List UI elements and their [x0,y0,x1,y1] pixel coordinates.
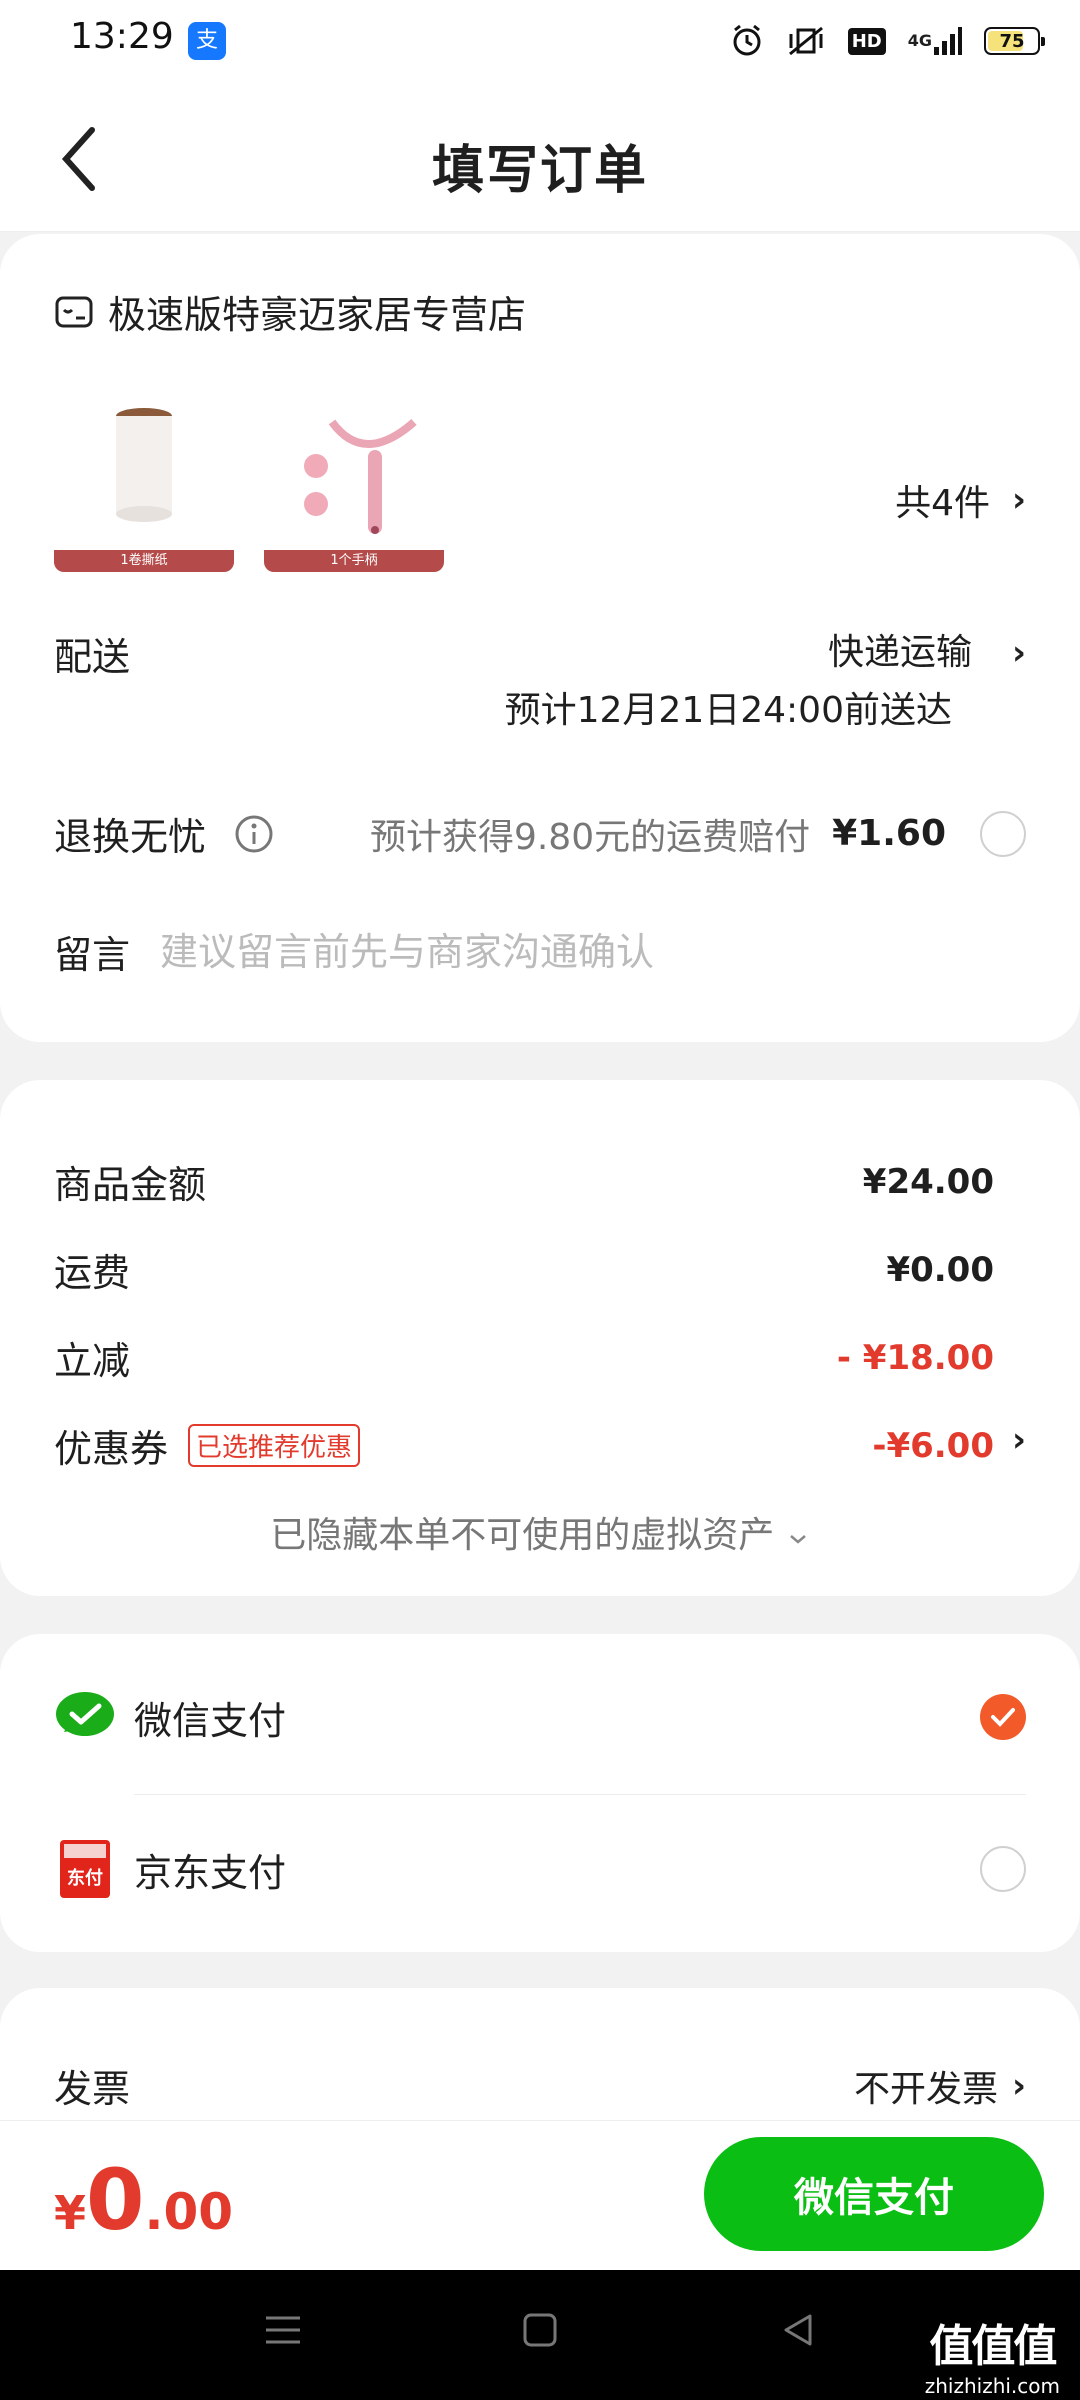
back-icon[interactable] [778,2310,818,2350]
price-row-coupon[interactable]: 优惠券 已选推荐优惠 -¥6.00 [54,1418,994,1473]
payment-radio-selected[interactable] [980,1694,1026,1740]
checkout-bar: ¥ 0 .00 微信支付 [0,2120,1080,2270]
price-label: 立减 [54,1339,131,1383]
message-row: 留言 [54,924,861,979]
wechat-pay-icon [56,1692,114,1736]
system-nav-bar [0,2270,1080,2400]
price-label: 商品金额 [54,1163,207,1207]
lint-roller-handle-image [304,418,417,534]
price-value: ¥0.00 [886,1249,994,1290]
coupon-tag: 已选推荐优惠 [188,1424,361,1467]
wechat-pay-button[interactable]: 微信支付 [704,2137,1044,2251]
currency-symbol: ¥ [54,2186,87,2240]
amount-integer: 0 [86,2151,145,2249]
price-label: 运费 [54,1251,131,1295]
svg-text:东付: 东付 [67,1867,103,1889]
chevron-right-icon: › [1011,633,1026,673]
return-insurance-price: ¥1.60 [832,813,946,854]
invoice-value: 不开发票 [853,2068,998,2110]
message-label: 留言 [54,933,131,977]
watermark-logo: 值值值 [929,2321,1057,2372]
price-row-shipping: 运费 ¥0.00 [54,1242,994,1297]
order-card: 极速版特豪迈家居专营店 1卷撕纸 1个手柄 共4件 › 配送 快递运输 › 预计… [0,234,1080,1042]
price-value: - ¥18.00 [836,1337,994,1378]
status-time: 13:29 [70,16,174,57]
lint-roller-refill-image [116,408,172,522]
product-label: 1个手柄 [264,550,444,572]
price-row-goods: 商品金额 ¥24.00 [54,1154,994,1209]
divider [134,1794,1026,1795]
payment-label: 微信支付 [134,1698,287,1743]
product-thumbnail-1[interactable]: 1卷撕纸 [54,394,234,572]
delivery-eta: 预计12月21日24:00前送达 [504,690,952,731]
return-insurance-label: 退换无忧 [54,815,207,859]
payment-card: 微信支付 东付 京东支付 [0,1634,1080,1952]
invoice-label: 发票 [54,2067,131,2111]
menu-icon[interactable] [262,2310,304,2350]
return-insurance-row: 退换无忧 预计获得9.80元的运费赔付 ¥1.60 [54,806,1026,861]
payment-label: 京东支付 [134,1850,287,1895]
jd-pay-icon: 东付 [60,1840,110,1898]
price-value: ¥24.00 [862,1161,994,1202]
hidden-assets-text: 已隐藏本单不可使用的虚拟资产 [270,1515,775,1556]
delivery-selector[interactable]: 快递运输 › 预计12月21日24:00前送达 [505,624,1026,740]
price-label: 优惠券 [54,1427,169,1471]
status-bar: 13:29 支 HD 4G 75 [0,0,1080,86]
store-icon [55,296,93,327]
page-header: 填写订单 [0,86,1080,232]
message-input[interactable] [160,929,861,974]
delivery-label: 配送 [54,635,131,679]
chevron-right-icon[interactable]: › [1012,1420,1026,1460]
product-label: 1卷撕纸 [54,550,234,572]
invoice-row[interactable]: 发票 不开发票 › [54,2058,1026,2113]
battery-icon: 75 [984,23,1045,59]
payment-option-wechat[interactable]: 微信支付 [54,1686,1026,1748]
price-card: 商品金额 ¥24.00 运费 ¥0.00 立减 - ¥18.00 优惠券 已选推… [0,1080,1080,1596]
chevron-right-icon: › [1011,480,1026,520]
shop-header[interactable]: 极速版特豪迈家居专营店 [54,284,526,339]
watermark-url: zhizhizhi.com [924,2374,1060,2398]
shop-name: 极速版特豪迈家居专营店 [108,293,527,337]
chevron-right-icon: › [1011,2065,1026,2106]
payment-radio[interactable] [980,1846,1026,1892]
alipay-notification-icon: 支 [188,22,226,60]
alarm-icon [730,23,764,59]
info-icon[interactable] [234,814,274,854]
hidden-assets-toggle[interactable]: 已隐藏本单不可使用的虚拟资产 [0,1506,1080,1558]
payment-option-jdpay[interactable]: 东付 京东支付 [54,1838,1026,1900]
item-count: 共4件 [895,483,990,524]
amount-decimal: .00 [144,2183,234,2241]
item-count-link[interactable]: 共4件 › [895,474,1026,526]
watermark: 值值值 zhizhizhi.com [925,2310,1060,2398]
price-value: -¥6.00 [872,1425,994,1466]
price-row-discount: 立减 - ¥18.00 [54,1330,994,1385]
product-thumbnail-2[interactable]: 1个手柄 [264,394,444,572]
check-icon [991,1708,1015,1727]
home-icon[interactable] [520,2310,560,2350]
signal-icon: 4G [908,23,962,59]
page-title: 填写订单 [431,141,648,201]
chevron-down-icon [789,1535,806,1544]
return-insurance-desc: 预计获得9.80元的运费赔付 [369,816,811,858]
return-insurance-radio[interactable] [980,810,1026,857]
hd-icon: HD [847,23,886,59]
vibrate-icon [786,23,826,59]
delivery-method: 快递运输 [827,632,972,673]
total-amount: ¥ 0 .00 [54,2151,233,2249]
